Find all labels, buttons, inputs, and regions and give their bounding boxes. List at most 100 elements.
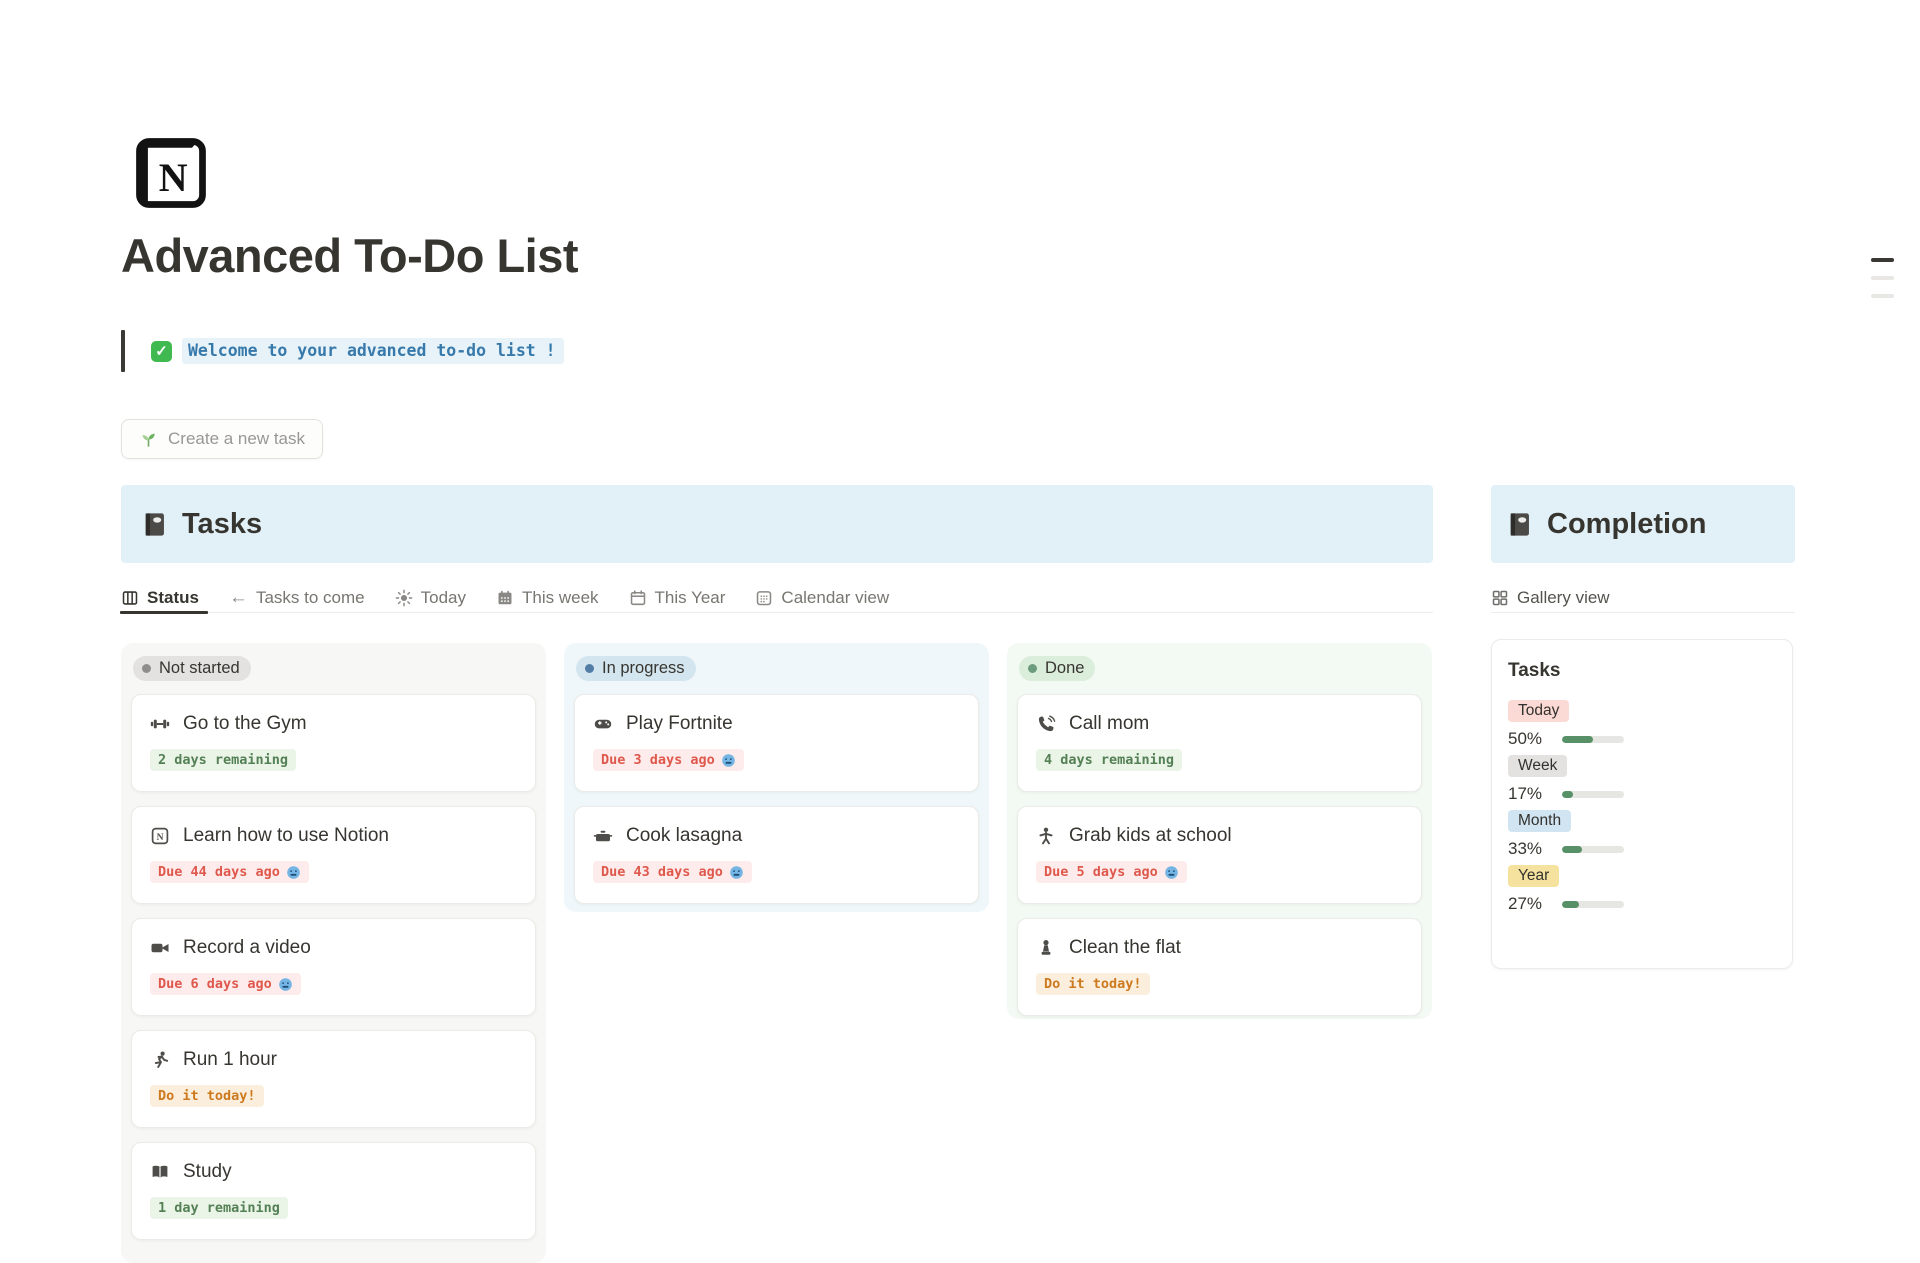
column-done-label: Done	[1045, 659, 1084, 678]
page-title[interactable]: Advanced To-Do List	[121, 228, 578, 283]
task-title: Play Fortnite	[626, 713, 733, 735]
tasks-view-tabs: Status ← Tasks to come Today	[121, 583, 1433, 613]
svg-text:N: N	[157, 833, 164, 843]
completion-card-title: Tasks	[1508, 660, 1776, 682]
task-card-play-fortnite[interactable]: Play Fortnite Due 3 days ago	[574, 694, 979, 792]
tab-today[interactable]: Today	[395, 583, 466, 613]
task-title: Learn how to use Notion	[183, 825, 389, 847]
task-card-clean-the-flat[interactable]: Clean the flat Do it today!	[1017, 918, 1422, 1016]
notion-logo-icon[interactable]: N	[129, 131, 213, 215]
cold-face-icon	[278, 977, 293, 992]
tab-gallery-view-label: Gallery view	[1517, 588, 1610, 608]
white-check-mark-icon: ✓	[151, 341, 172, 362]
column-not-started: Not started Go to the Gym 2 days remaini…	[121, 643, 546, 1263]
tab-gallery-view[interactable]: Gallery view	[1491, 583, 1610, 613]
column-header-in-progress[interactable]: In progress	[576, 656, 696, 681]
cold-face-icon	[729, 865, 744, 880]
quote-bar	[121, 330, 125, 372]
column-in-progress-label: In progress	[602, 659, 685, 678]
welcome-callout[interactable]: ✓ Welcome to your advanced to-do list !	[121, 329, 564, 373]
due-badge: Do it today!	[150, 1085, 264, 1107]
column-in-progress: In progress Play Fortnite Due 3 days ago	[564, 643, 989, 912]
percent-today: 50%	[1508, 729, 1552, 749]
chip-month: Month	[1508, 810, 1571, 832]
due-badge: Do it today!	[1036, 973, 1150, 995]
cooking-pot-icon	[593, 826, 613, 846]
status-dot-gray	[142, 664, 151, 673]
task-title: Study	[183, 1161, 232, 1183]
arrow-left-icon: ←	[229, 588, 248, 607]
task-card-learn-notion[interactable]: N Learn how to use Notion Due 44 days ag…	[131, 806, 536, 904]
calendar-week-icon	[496, 589, 514, 607]
game-controller-icon	[593, 714, 613, 734]
column-not-started-label: Not started	[159, 659, 240, 678]
task-title: Call mom	[1069, 713, 1149, 735]
progress-row-year: Year 27%	[1508, 859, 1776, 914]
tab-tasks-to-come[interactable]: ← Tasks to come	[229, 583, 365, 613]
tab-today-label: Today	[421, 588, 466, 608]
progress-row-month: Month 33%	[1508, 804, 1776, 859]
seedling-icon	[139, 430, 158, 449]
completion-gallery-card[interactable]: Tasks Today 50% Week 17% Month 33% Year	[1491, 639, 1793, 969]
column-header-done[interactable]: Done	[1019, 656, 1095, 681]
chip-today: Today	[1508, 700, 1569, 722]
tab-this-year[interactable]: This Year	[629, 583, 726, 613]
notebook-icon	[1506, 511, 1533, 538]
column-header-not-started[interactable]: Not started	[133, 656, 251, 681]
tab-status-label: Status	[147, 588, 199, 608]
task-title: Record a video	[183, 937, 311, 959]
completion-view-tabs: Gallery view	[1491, 583, 1795, 613]
cold-face-icon	[286, 865, 301, 880]
board-icon	[121, 589, 139, 607]
open-book-icon	[150, 1162, 170, 1182]
dumbbell-icon	[150, 714, 170, 734]
gallery-grid-icon	[1491, 589, 1509, 607]
task-title: Grab kids at school	[1069, 825, 1232, 847]
progress-bar-year	[1562, 901, 1624, 908]
runner-icon	[150, 1050, 170, 1070]
calendar-year-icon	[629, 589, 647, 607]
chip-week: Week	[1508, 755, 1567, 777]
calendar-view-icon	[755, 589, 773, 607]
table-of-contents-icon[interactable]	[1871, 258, 1894, 312]
create-new-task-button[interactable]: Create a new task	[121, 419, 323, 459]
percent-month: 33%	[1508, 839, 1552, 859]
due-badge: Due 5 days ago	[1036, 861, 1187, 883]
due-badge: Due 43 days ago	[593, 861, 752, 883]
due-badge: Due 6 days ago	[150, 973, 301, 995]
task-card-run-1-hour[interactable]: Run 1 hour Do it today!	[131, 1030, 536, 1128]
chip-year: Year	[1508, 865, 1559, 887]
column-done: Done Call mom 4 days remaining	[1007, 643, 1432, 1019]
task-card-grab-kids[interactable]: Grab kids at school Due 5 days ago	[1017, 806, 1422, 904]
tab-this-week-label: This week	[522, 588, 599, 608]
tab-calendar-view[interactable]: Calendar view	[755, 583, 889, 613]
child-icon	[1036, 826, 1056, 846]
due-badge: 4 days remaining	[1036, 749, 1182, 771]
task-card-go-to-the-gym[interactable]: Go to the Gym 2 days remaining	[131, 694, 536, 792]
due-badge: Due 44 days ago	[150, 861, 309, 883]
progress-bar-week	[1562, 791, 1624, 798]
progress-row-week: Week 17%	[1508, 749, 1776, 804]
status-dot-green	[1028, 664, 1037, 673]
tab-this-week[interactable]: This week	[496, 583, 599, 613]
tab-calendar-view-label: Calendar view	[781, 588, 889, 608]
progress-row-today: Today 50%	[1508, 694, 1776, 749]
notion-logo-small-icon: N	[150, 826, 170, 846]
tab-status[interactable]: Status	[121, 583, 199, 613]
sun-icon	[395, 589, 413, 607]
task-card-call-mom[interactable]: Call mom 4 days remaining	[1017, 694, 1422, 792]
kanban-board: Not started Go to the Gym 2 days remaini…	[121, 643, 1432, 1263]
notebook-icon	[141, 511, 168, 538]
task-card-study[interactable]: Study 1 day remaining	[131, 1142, 536, 1240]
due-badge: Due 3 days ago	[593, 749, 744, 771]
progress-bar-month	[1562, 846, 1624, 853]
tasks-section-title: Tasks	[182, 508, 262, 541]
due-badge: 1 day remaining	[150, 1197, 288, 1219]
task-card-record-video[interactable]: Record a video Due 6 days ago	[131, 918, 536, 1016]
video-camera-icon	[150, 938, 170, 958]
welcome-text[interactable]: Welcome to your advanced to-do list !	[182, 338, 564, 364]
completion-section-header: Completion	[1491, 485, 1795, 563]
task-title: Cook lasagna	[626, 825, 742, 847]
task-card-cook-lasagna[interactable]: Cook lasagna Due 43 days ago	[574, 806, 979, 904]
create-new-task-label: Create a new task	[168, 429, 305, 449]
